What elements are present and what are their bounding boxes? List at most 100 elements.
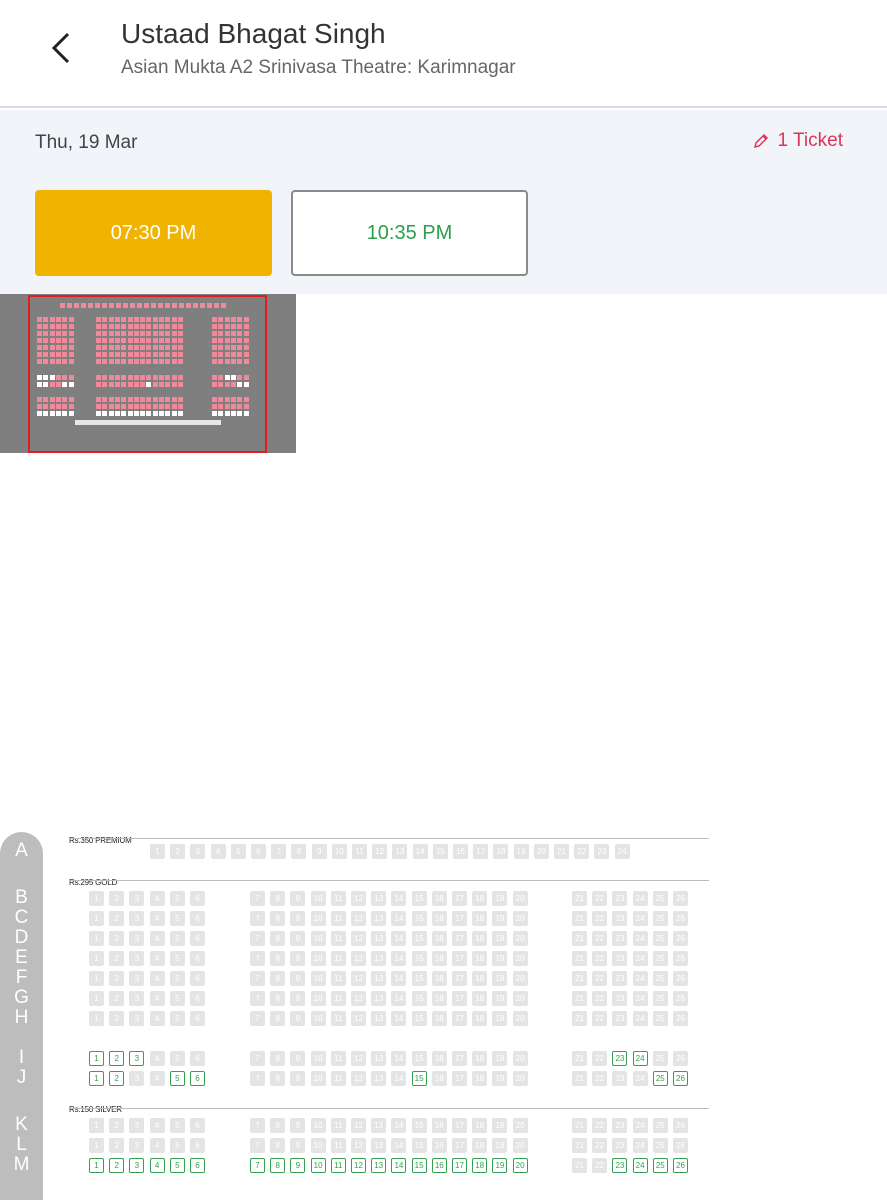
seat-j5[interactable]: 5: [169, 1071, 185, 1086]
minimap-seat: [243, 331, 249, 336]
minimap-seat: [177, 338, 183, 343]
minimap-seat: [102, 345, 108, 350]
minimap-seat: [243, 375, 249, 380]
minimap-seat: [230, 404, 236, 409]
seat-j26[interactable]: 26: [673, 1071, 688, 1086]
minimap-seat: [177, 382, 183, 387]
minimap-seat: [146, 338, 152, 343]
seat-m26[interactable]: 26: [673, 1158, 688, 1173]
minimap-seat: [152, 345, 158, 350]
seat-m14[interactable]: 14: [391, 1158, 407, 1173]
minimap-seat: [140, 338, 146, 343]
ticket-count-button[interactable]: 1 Ticket: [752, 130, 843, 152]
seat-f2: 2: [109, 971, 125, 986]
minimap-seat: [127, 411, 133, 416]
minimap-seat: [114, 411, 120, 416]
minimap-seat: [37, 338, 42, 343]
minimap-seat: [102, 303, 107, 308]
seat-j2[interactable]: 2: [109, 1071, 125, 1086]
seat-a24: 24: [614, 844, 630, 859]
row-label-d: D: [14, 927, 29, 948]
seat-i24[interactable]: 24: [632, 1051, 648, 1066]
minimap-seat: [62, 404, 68, 409]
seat-k6: 6: [190, 1118, 205, 1133]
minimap-seat: [55, 404, 61, 409]
seat-c24: 24: [632, 911, 648, 926]
seat-i3[interactable]: 3: [129, 1051, 145, 1066]
minimap-seat: [133, 397, 139, 402]
row-label-f: F: [15, 967, 28, 988]
seat-m5[interactable]: 5: [169, 1158, 185, 1173]
seat-a16: 16: [453, 844, 468, 859]
seat-j25[interactable]: 25: [652, 1071, 668, 1086]
seat-m17[interactable]: 17: [452, 1158, 467, 1173]
seat-m11[interactable]: 11: [330, 1158, 346, 1173]
minimap-seat: [114, 352, 120, 357]
showtime-button-2[interactable]: 10:35 PM: [291, 190, 528, 276]
minimap-seat: [62, 411, 68, 416]
seat-i26: 26: [673, 1051, 688, 1066]
minimap-seat: [108, 331, 114, 336]
seat-f18: 18: [472, 971, 488, 986]
seat-i23[interactable]: 23: [612, 1051, 628, 1066]
seat-m12[interactable]: 12: [351, 1158, 366, 1173]
minimap-seat: [102, 317, 108, 322]
seat-k10: 10: [310, 1118, 326, 1133]
minimap-seat: [37, 324, 42, 329]
minimap-seat: [171, 352, 177, 357]
seat-m25[interactable]: 25: [652, 1158, 668, 1173]
seat-minimap[interactable]: [0, 294, 296, 453]
seat-m10[interactable]: 10: [310, 1158, 326, 1173]
seat-f23: 23: [612, 971, 628, 986]
seat-b26: 26: [673, 891, 688, 906]
seat-m3[interactable]: 3: [129, 1158, 145, 1173]
seat-j6[interactable]: 6: [190, 1071, 205, 1086]
minimap-seat: [43, 411, 49, 416]
seat-m13[interactable]: 13: [371, 1158, 387, 1173]
seat-m20[interactable]: 20: [512, 1158, 528, 1173]
minimap-seat: [177, 317, 183, 322]
minimap-seat: [114, 359, 120, 364]
minimap-seat: [55, 352, 61, 357]
seat-m8[interactable]: 8: [270, 1158, 286, 1173]
seat-m16[interactable]: 16: [431, 1158, 447, 1173]
minimap-seat: [152, 397, 158, 402]
seat-b21: 21: [572, 891, 587, 906]
seat-a7: 7: [271, 844, 287, 859]
seat-m4[interactable]: 4: [149, 1158, 165, 1173]
showtime-button-1[interactable]: 07:30 PM: [35, 190, 272, 276]
minimap-seat: [55, 338, 61, 343]
seat-j13: 13: [371, 1071, 387, 1086]
seat-j1[interactable]: 1: [89, 1071, 104, 1086]
seat-m19[interactable]: 19: [492, 1158, 508, 1173]
seat-c6: 6: [190, 911, 205, 926]
minimap-seat: [146, 411, 152, 416]
row-label-h: H: [14, 1007, 29, 1028]
minimap-seat: [146, 345, 152, 350]
minimap-seat: [127, 397, 133, 402]
seat-i2[interactable]: 2: [109, 1051, 125, 1066]
seat-m24[interactable]: 24: [632, 1158, 648, 1173]
minimap-seat: [68, 382, 74, 387]
seat-m1[interactable]: 1: [89, 1158, 104, 1173]
minimap-seat: [95, 303, 100, 308]
seat-m23[interactable]: 23: [612, 1158, 628, 1173]
back-button[interactable]: [40, 24, 84, 72]
seat-m6[interactable]: 6: [190, 1158, 205, 1173]
seat-i5: 5: [169, 1051, 185, 1066]
seat-m2[interactable]: 2: [109, 1158, 125, 1173]
minimap-seat: [68, 352, 74, 357]
minimap-seat: [68, 404, 74, 409]
minimap-seat: [218, 317, 224, 322]
minimap-seat: [218, 324, 224, 329]
seat-m18[interactable]: 18: [472, 1158, 488, 1173]
seat-j15[interactable]: 15: [411, 1071, 427, 1086]
seat-j9: 9: [290, 1071, 306, 1086]
seat-f7: 7: [250, 971, 265, 986]
seat-m7[interactable]: 7: [250, 1158, 265, 1173]
seat-m15[interactable]: 15: [411, 1158, 427, 1173]
seat-m9[interactable]: 9: [290, 1158, 306, 1173]
seat-l16: 16: [431, 1138, 447, 1153]
seat-i1[interactable]: 1: [89, 1051, 104, 1066]
seat-k24: 24: [632, 1118, 648, 1133]
